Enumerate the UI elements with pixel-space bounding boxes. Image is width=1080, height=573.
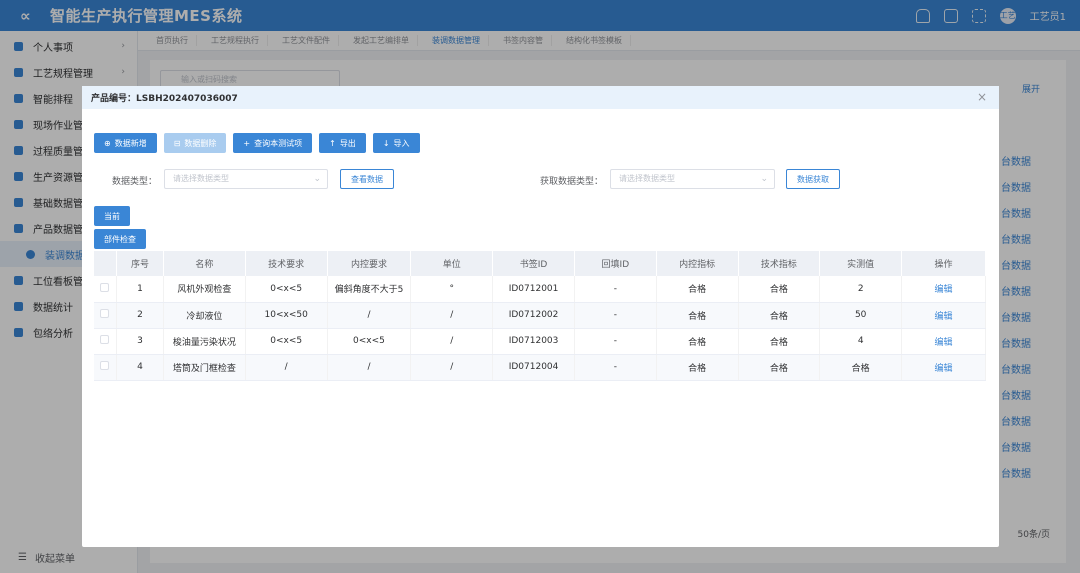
col-header: 实测值 bbox=[819, 251, 903, 276]
modal-title: 产品编号：LSBH202407036007 bbox=[82, 86, 999, 109]
cell-tech-index: 合格 bbox=[738, 354, 821, 381]
col-header: 内控要求 bbox=[327, 251, 412, 276]
cell-name: 冷却液位 bbox=[163, 302, 246, 329]
col-header: 技术要求 bbox=[245, 251, 328, 276]
data-type-select[interactable]: 请选择数据类型 ⌄ bbox=[164, 169, 328, 189]
add-icon: ⊕ bbox=[104, 138, 111, 148]
cell-value: 50 bbox=[819, 302, 903, 329]
cell-name: 梭油量污染状况 bbox=[163, 328, 246, 355]
cell-tech-index: 合格 bbox=[738, 276, 821, 303]
data-type-label: 数据类型： bbox=[112, 177, 158, 187]
delete-icon: ⊟ bbox=[173, 138, 181, 148]
cell-inner: 0<x<5 bbox=[327, 328, 412, 355]
cell-tech: 0<x<5 bbox=[245, 276, 328, 303]
row-checkbox[interactable] bbox=[100, 361, 110, 370]
table-row: 1 风机外观检查 0<x<5 偏斜角度不大于5 ° ID0712001 - 合格… bbox=[94, 276, 986, 303]
download-icon: ↓ bbox=[382, 138, 390, 148]
export-button[interactable]: ↑ 导出 bbox=[319, 133, 366, 153]
edit-link[interactable]: 编辑 bbox=[935, 285, 953, 295]
cell-bookmark-id: ID0712004 bbox=[492, 354, 575, 381]
cell-name: 塔筒及门框检查 bbox=[163, 354, 246, 381]
add-data-button[interactable]: ⊕ 数据新增 bbox=[94, 133, 157, 153]
cell-unit: / bbox=[410, 302, 494, 329]
cell-fill-id: - bbox=[574, 302, 657, 329]
cell-bookmark-id: ID0712003 bbox=[492, 328, 575, 355]
chevron-down-icon: ⌄ bbox=[313, 174, 321, 184]
row-checkbox[interactable] bbox=[100, 335, 110, 344]
cell-value: 合格 bbox=[819, 354, 903, 381]
cell-unit: ° bbox=[410, 276, 494, 303]
edit-link[interactable]: 编辑 bbox=[935, 364, 953, 374]
data-table: 序号 名称 技术要求 内控要求 单位 书签ID 回填ID 内控指标 技术指标 实… bbox=[94, 251, 986, 381]
fetch-type-select[interactable]: 请选择数据类型 ⌄ bbox=[610, 169, 775, 189]
col-header: 单位 bbox=[410, 251, 494, 276]
cell-no: 2 bbox=[116, 302, 165, 329]
cell-inner-index: 合格 bbox=[656, 328, 739, 355]
modal-dialog: 产品编号：LSBH202407036007 × ⊕ 数据新增 ⊟ 数据删除 + 查询本… bbox=[82, 86, 999, 547]
import-button[interactable]: ↓ 导入 bbox=[372, 133, 420, 153]
cell-fill-id: - bbox=[574, 328, 657, 355]
cell-tech-index: 合格 bbox=[738, 302, 821, 329]
cell-inner-index: 合格 bbox=[656, 354, 739, 381]
cell-tech-index: 合格 bbox=[738, 328, 821, 355]
cell-tech: 10<x<50 bbox=[245, 302, 328, 329]
cell-fill-id: - bbox=[574, 354, 657, 381]
cell-fill-id: - bbox=[574, 276, 657, 303]
cell-unit: / bbox=[410, 328, 494, 355]
cell-inner: / bbox=[327, 354, 412, 381]
plus-icon: + bbox=[243, 138, 251, 148]
col-header: 内控指标 bbox=[656, 251, 739, 276]
edit-link[interactable]: 编辑 bbox=[935, 338, 953, 348]
cell-no: 4 bbox=[116, 354, 165, 381]
table-row: 2 冷却液位 10<x<50 / / ID0712002 - 合格 合格 50 … bbox=[94, 302, 986, 329]
upload-icon: ↑ bbox=[329, 138, 336, 148]
cell-value: 4 bbox=[819, 328, 903, 355]
col-header: 书签ID bbox=[492, 251, 575, 276]
chevron-down-icon: ⌄ bbox=[760, 174, 768, 184]
cell-value: 2 bbox=[819, 276, 903, 303]
cell-inner: / bbox=[327, 302, 412, 329]
col-header: 回填ID bbox=[574, 251, 657, 276]
cell-tech: 0<x<5 bbox=[245, 328, 328, 355]
table-header-row: 序号 名称 技术要求 内控要求 单位 书签ID 回填ID 内控指标 技术指标 实… bbox=[94, 251, 986, 276]
cell-inner-index: 合格 bbox=[656, 276, 739, 303]
select-all-header[interactable] bbox=[94, 251, 117, 276]
cell-no: 3 bbox=[116, 328, 165, 355]
delete-data-button[interactable]: ⊟ 数据删除 bbox=[163, 133, 227, 153]
view-data-button[interactable]: 查看数据 bbox=[340, 169, 394, 189]
cell-tech: / bbox=[245, 354, 328, 381]
cell-inner-index: 合格 bbox=[656, 302, 739, 329]
row-checkbox[interactable] bbox=[100, 309, 110, 318]
query-test-button[interactable]: + 查询本测试项 bbox=[233, 133, 313, 153]
col-header: 操作 bbox=[901, 251, 986, 276]
row-checkbox[interactable] bbox=[100, 282, 110, 292]
cell-unit: / bbox=[410, 354, 494, 381]
part-inspect-button[interactable]: 部件检查 bbox=[94, 229, 146, 249]
edit-link[interactable]: 编辑 bbox=[935, 312, 953, 322]
table-row: 4 塔筒及门框检查 / / / ID0712004 - 合格 合格 合格 编辑 bbox=[94, 354, 986, 381]
table-row: 3 梭油量污染状况 0<x<5 0<x<5 / ID0712003 - 合格 合… bbox=[94, 328, 986, 355]
col-header: 序号 bbox=[116, 251, 165, 276]
cell-bookmark-id: ID0712001 bbox=[492, 276, 575, 303]
close-icon[interactable]: × bbox=[977, 91, 987, 103]
fetch-data-button[interactable]: 数据获取 bbox=[786, 169, 840, 189]
fetch-type-label: 获取数据类型： bbox=[540, 177, 604, 187]
cell-bookmark-id: ID0712002 bbox=[492, 302, 575, 329]
col-header: 技术指标 bbox=[738, 251, 821, 276]
current-button[interactable]: 当前 bbox=[94, 206, 130, 226]
col-header: 名称 bbox=[163, 251, 246, 276]
cell-inner: 偏斜角度不大于5 bbox=[327, 276, 412, 303]
cell-no: 1 bbox=[116, 276, 165, 303]
cell-name: 风机外观检查 bbox=[163, 276, 246, 303]
